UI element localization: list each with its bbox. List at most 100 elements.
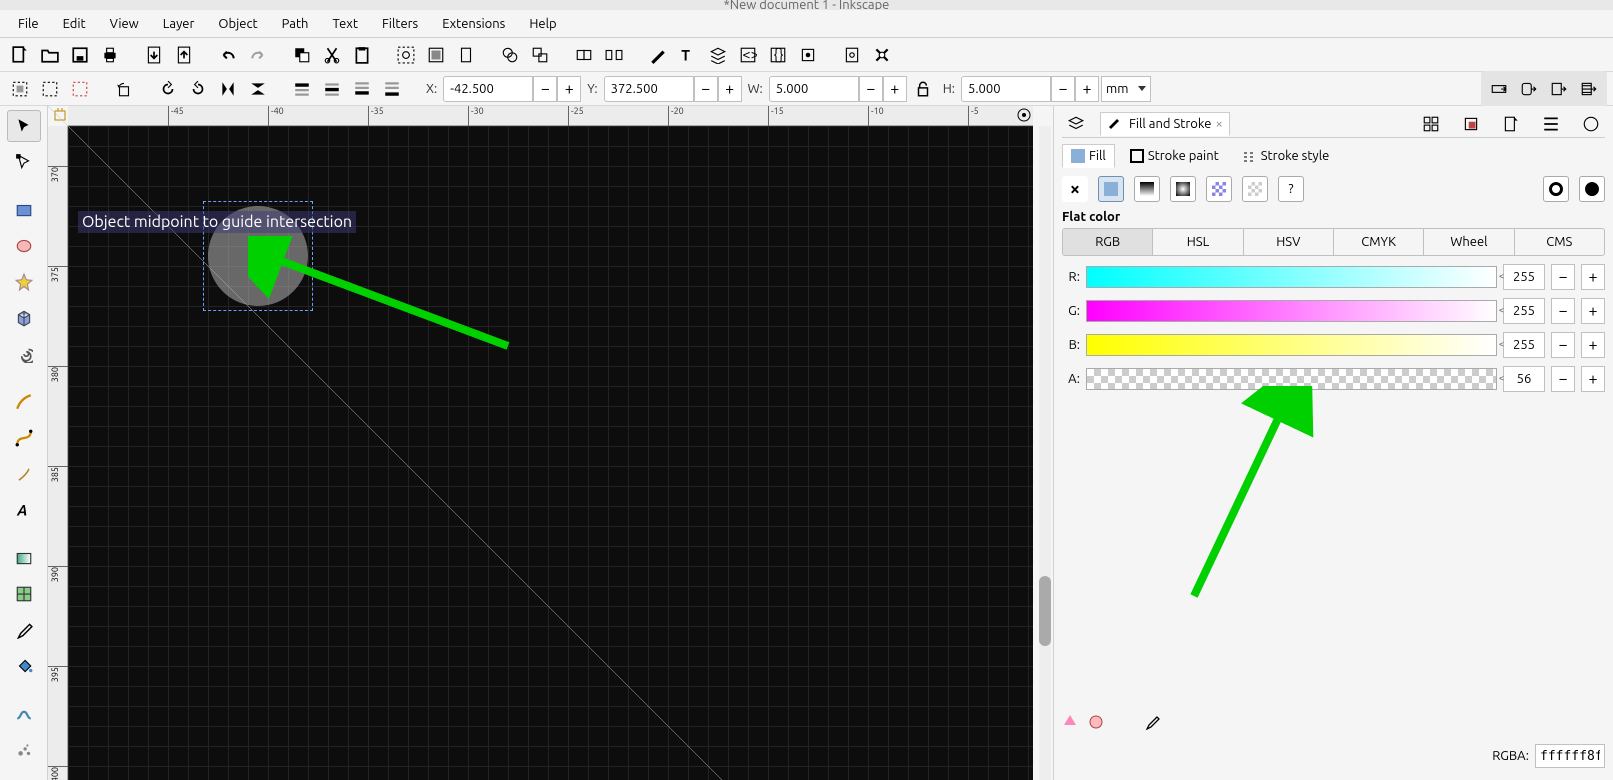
vertical-scrollbar[interactable] — [1039, 126, 1051, 780]
y-increment[interactable]: + — [718, 76, 742, 102]
rotate-ccw-button[interactable] — [110, 75, 138, 103]
w-input[interactable] — [769, 76, 859, 102]
eyedropper-icon[interactable] — [1144, 714, 1160, 730]
mode-wheel[interactable]: Wheel — [1424, 229, 1514, 255]
x-decrement[interactable]: − — [533, 76, 557, 102]
menu-extensions[interactable]: Extensions — [430, 13, 517, 35]
pattern-button[interactable] — [1206, 176, 1232, 202]
xml-button[interactable]: <> — [734, 41, 762, 69]
pencil-tool[interactable] — [7, 386, 41, 418]
r-decrement[interactable]: − — [1551, 264, 1575, 290]
y-decrement[interactable]: − — [694, 76, 718, 102]
menu-layer[interactable]: Layer — [151, 13, 207, 35]
dock-grid-icon[interactable] — [1417, 110, 1445, 138]
rect-tool[interactable] — [7, 194, 41, 226]
print-button[interactable] — [96, 41, 124, 69]
h-decrement[interactable]: − — [1051, 76, 1075, 102]
x-increment[interactable]: + — [557, 76, 581, 102]
swatch-button[interactable] — [1242, 176, 1268, 202]
undo-button[interactable] — [214, 41, 242, 69]
import-button[interactable] — [140, 41, 168, 69]
box3d-tool[interactable] — [7, 302, 41, 334]
paste-button[interactable] — [348, 41, 376, 69]
gradient-tool[interactable] — [7, 542, 41, 574]
ellipse-tool[interactable] — [7, 230, 41, 262]
a-increment[interactable]: + — [1581, 366, 1605, 392]
open-button[interactable] — [36, 41, 64, 69]
ungroup-button[interactable] — [600, 41, 628, 69]
no-paint-button[interactable]: × — [1062, 176, 1088, 202]
g-decrement[interactable]: − — [1551, 298, 1575, 324]
b-decrement[interactable]: − — [1551, 332, 1575, 358]
y-input[interactable] — [604, 76, 694, 102]
raise-top-button[interactable] — [288, 75, 316, 103]
group-button[interactable] — [570, 41, 598, 69]
mode-cms[interactable]: CMS — [1515, 229, 1604, 255]
save-button[interactable] — [66, 41, 94, 69]
dock-circle-icon[interactable] — [1577, 110, 1605, 138]
h-increment[interactable]: + — [1075, 76, 1099, 102]
w-increment[interactable]: + — [883, 76, 907, 102]
menu-path[interactable]: Path — [270, 13, 321, 35]
dock-doc-icon[interactable] — [1497, 110, 1525, 138]
w-decrement[interactable]: − — [859, 76, 883, 102]
rotate-90-cw-button[interactable] — [184, 75, 212, 103]
menu-view[interactable]: View — [98, 13, 151, 35]
tab-stroke-style[interactable]: Stroke style — [1234, 144, 1339, 168]
align-dialog-button[interactable]: {} — [764, 41, 792, 69]
raise-button[interactable] — [318, 75, 346, 103]
select-all-layers-button[interactable] — [36, 75, 64, 103]
text-dialog-button[interactable]: T — [674, 41, 702, 69]
menu-edit[interactable]: Edit — [51, 13, 98, 35]
close-icon[interactable]: × — [1215, 117, 1222, 131]
rgba-input[interactable] — [1535, 744, 1605, 768]
r-increment[interactable]: + — [1581, 264, 1605, 290]
select-all-button[interactable] — [6, 75, 34, 103]
mode-cmyk[interactable]: CMYK — [1334, 229, 1424, 255]
r-input[interactable] — [1503, 264, 1545, 290]
affect-pattern-button[interactable] — [1575, 75, 1603, 103]
rotate-90-ccw-button[interactable] — [154, 75, 182, 103]
lower-button[interactable] — [348, 75, 376, 103]
fill-stroke-button[interactable] — [644, 41, 672, 69]
tweak-tool[interactable] — [7, 698, 41, 730]
doc-props-button[interactable] — [838, 41, 866, 69]
zoom-page-button[interactable] — [452, 41, 480, 69]
unknown-paint-button[interactable]: ? — [1278, 176, 1304, 202]
fill-rule-nonzero-button[interactable] — [1579, 176, 1605, 202]
mode-hsl[interactable]: HSL — [1153, 229, 1243, 255]
lock-aspect-button[interactable] — [909, 75, 937, 103]
star-tool[interactable] — [7, 266, 41, 298]
node-tool[interactable] — [7, 146, 41, 178]
menu-file[interactable]: File — [6, 13, 51, 35]
a-decrement[interactable]: − — [1551, 366, 1575, 392]
menu-object[interactable]: Object — [206, 13, 269, 35]
dropper-tool[interactable] — [7, 614, 41, 646]
tab-stroke-paint[interactable]: Stroke paint — [1121, 144, 1228, 168]
export-button[interactable] — [170, 41, 198, 69]
tab-fill-and-stroke[interactable]: Fill and Stroke × — [1100, 112, 1230, 136]
mesh-tool[interactable] — [7, 578, 41, 610]
x-input[interactable] — [443, 76, 533, 102]
radial-gradient-button[interactable] — [1170, 176, 1196, 202]
affect-stroke-button[interactable] — [1485, 75, 1513, 103]
canvas[interactable]: Object midpoint to guide intersection — [68, 126, 1033, 780]
tab-fill[interactable]: Fill — [1062, 144, 1115, 168]
spray-tool[interactable] — [7, 734, 41, 766]
g-input[interactable] — [1503, 298, 1545, 324]
fill-rule-evenodd-button[interactable] — [1543, 176, 1569, 202]
a-slider[interactable] — [1086, 368, 1497, 390]
menu-text[interactable]: Text — [320, 13, 369, 35]
bezier-tool[interactable] — [7, 422, 41, 454]
bucket-tool[interactable] — [7, 650, 41, 682]
flip-v-button[interactable] — [244, 75, 272, 103]
dock-object-icon[interactable] — [1457, 110, 1485, 138]
b-increment[interactable]: + — [1581, 332, 1605, 358]
cut-button[interactable] — [318, 41, 346, 69]
flat-color-button[interactable] — [1098, 176, 1124, 202]
spray-button[interactable] — [794, 41, 822, 69]
copy-button[interactable] — [288, 41, 316, 69]
selector-tool[interactable] — [7, 110, 41, 142]
dock-menu-icon[interactable] — [1062, 110, 1090, 138]
new-doc-button[interactable] — [6, 41, 34, 69]
